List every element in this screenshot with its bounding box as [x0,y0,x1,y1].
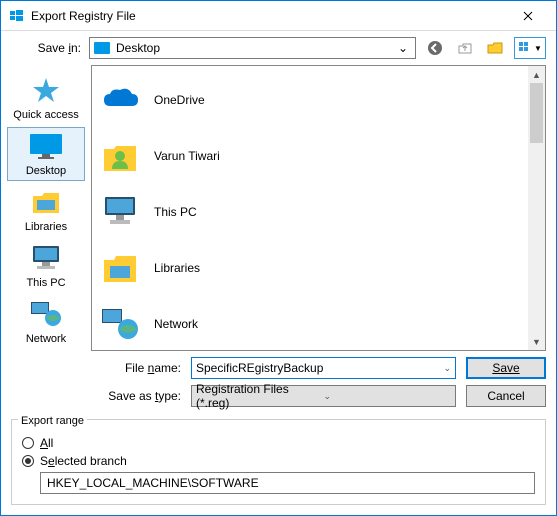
scroll-track[interactable] [528,143,545,333]
window-title: Export Registry File [31,9,508,23]
chevron-down-icon[interactable]: ⌄ [443,363,451,374]
file-label: Libraries [154,261,200,275]
titlebar: Export Registry File [1,1,556,31]
desktop-icon [94,42,110,54]
views-button[interactable]: ▼ [514,37,546,59]
list-item[interactable]: Varun Tiwari [100,128,520,184]
close-button[interactable] [508,1,548,31]
new-folder-button[interactable] [484,37,506,59]
save-button[interactable]: Save [466,357,546,379]
app-icon [9,8,25,24]
place-desktop[interactable]: Desktop [7,127,85,181]
scroll-down-button[interactable]: ▼ [528,333,545,350]
place-label: Quick access [13,109,78,121]
up-button[interactable] [454,37,476,59]
chevron-down-icon: ▼ [534,44,542,53]
savetype-value: Registration Files (*.reg) [196,382,324,410]
savein-dropdown[interactable]: Desktop ⌄ [89,37,416,59]
cancel-button[interactable]: Cancel [466,385,546,407]
place-label: Desktop [26,165,66,177]
filename-row: File name: ⌄ Save Save as type: Registra… [1,355,556,415]
place-this-pc[interactable]: This PC [7,239,85,293]
chevron-down-icon: ⌄ [395,41,411,55]
main-area: Quick access Desktop Libraries This PC N… [1,65,556,355]
onedrive-icon [100,80,140,120]
radio-icon [22,437,34,449]
place-libraries[interactable]: Libraries [7,183,85,237]
file-label: This PC [154,205,197,219]
file-label: Varun Tiwari [154,149,220,163]
scroll-up-button[interactable]: ▲ [528,66,545,83]
filename-label: File name: [101,361,181,375]
place-label: This PC [26,277,65,289]
scrollbar[interactable]: ▲ ▼ [528,66,545,350]
libraries-icon [100,248,140,288]
list-item[interactable]: Libraries [100,240,520,296]
savein-label: Save in: [11,41,81,55]
place-network[interactable]: Network [7,295,85,349]
libraries-icon [28,187,64,217]
place-label: Libraries [25,221,67,233]
place-quick-access[interactable]: Quick access [7,71,85,125]
savein-row: Save in: Desktop ⌄ ▼ [1,31,556,65]
savein-value: Desktop [116,41,395,55]
file-label: OneDrive [154,93,205,107]
export-range-legend: Export range [18,415,87,427]
list-item[interactable]: Network [100,296,520,350]
place-label: Network [26,333,66,345]
pc-icon [28,243,64,273]
branch-path-value: HKEY_LOCAL_MACHINE\SOFTWARE [47,476,259,490]
pc-icon [100,192,140,232]
network-icon [100,304,140,344]
back-button[interactable] [424,37,446,59]
user-folder-icon [100,136,140,176]
list-item[interactable]: OneDrive [100,72,520,128]
network-icon [28,299,64,329]
desktop-icon [28,131,64,161]
star-icon [28,75,64,105]
filename-field[interactable] [196,361,443,375]
branch-path-input[interactable]: HKEY_LOCAL_MACHINE\SOFTWARE [40,472,535,494]
scroll-thumb[interactable] [530,83,543,143]
list-item[interactable]: This PC [100,184,520,240]
savetype-dropdown[interactable]: Registration Files (*.reg) ⌄ [191,385,456,407]
radio-icon [22,455,34,467]
radio-selected-branch[interactable]: Selected branch [22,454,535,468]
export-range-group: Export range All Selected branch HKEY_LO… [11,419,546,505]
places-bar: Quick access Desktop Libraries This PC N… [1,65,91,355]
radio-all[interactable]: All [22,436,535,450]
filename-input[interactable]: ⌄ [191,357,456,379]
chevron-down-icon: ⌄ [324,391,452,402]
file-list[interactable]: OneDrive Varun Tiwari This PC Libraries … [92,66,528,350]
file-label: Network [154,317,198,331]
savetype-label: Save as type: [101,389,181,403]
file-list-panel: OneDrive Varun Tiwari This PC Libraries … [91,65,546,351]
